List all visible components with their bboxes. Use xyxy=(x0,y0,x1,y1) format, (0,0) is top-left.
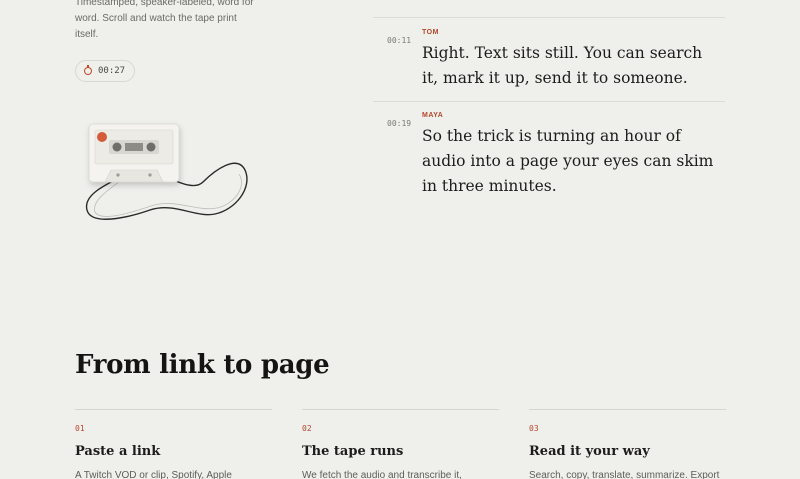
cassette-label-dot xyxy=(97,132,107,142)
transcript-entry: 00:19 MAYA So the trick is turning an ho… xyxy=(373,101,725,211)
step-read-it: 03 Read it your way Search, copy, transl… xyxy=(529,409,726,479)
entry-timestamp[interactable]: 00:19 xyxy=(387,119,411,128)
intro-text: Timestamped, speaker-labeled, word for w… xyxy=(75,0,254,40)
step-title: Read it your way xyxy=(529,444,650,459)
step-description: We fetch the audio and transcribe it, xyxy=(302,470,462,479)
entry-speaker: TOM xyxy=(422,29,439,36)
step-number: 01 xyxy=(75,424,85,433)
step-description: Search, copy, translate, summarize. Expo… xyxy=(529,470,720,479)
timer-value: 00:27 xyxy=(98,66,126,76)
step-paste-link: 01 Paste a link A Twitch VOD or clip, Sp… xyxy=(75,409,272,479)
cassette-illustration xyxy=(75,110,260,260)
entry-speaker: MAYA xyxy=(422,112,444,119)
transcript: 00:11 TOM Right. Text sits still. You ca… xyxy=(373,17,725,211)
page: Timestamped, speaker-labeled, word for w… xyxy=(0,0,800,479)
step-title: The tape runs xyxy=(302,444,404,459)
transcript-entry: 00:11 TOM Right. Text sits still. You ca… xyxy=(373,17,725,101)
entry-timestamp[interactable]: 00:11 xyxy=(387,36,411,45)
clock-icon xyxy=(84,65,92,75)
step-title: Paste a link xyxy=(75,444,161,459)
cassette-image xyxy=(85,123,248,220)
step-tape-runs: 02 The tape runs We fetch the audio and … xyxy=(302,409,499,479)
step-description: A Twitch VOD or clip, Spotify, Apple xyxy=(75,470,232,479)
step-number: 03 xyxy=(529,424,539,433)
cassette-body xyxy=(88,123,180,183)
entry-text: Right. Text sits still. You can search i… xyxy=(422,44,703,87)
section-title: From link to page xyxy=(75,350,330,380)
entry-text: So the trick is turning an hour of audio… xyxy=(422,127,714,195)
timer-pill[interactable]: 00:27 xyxy=(75,60,136,82)
step-number: 02 xyxy=(302,424,312,433)
